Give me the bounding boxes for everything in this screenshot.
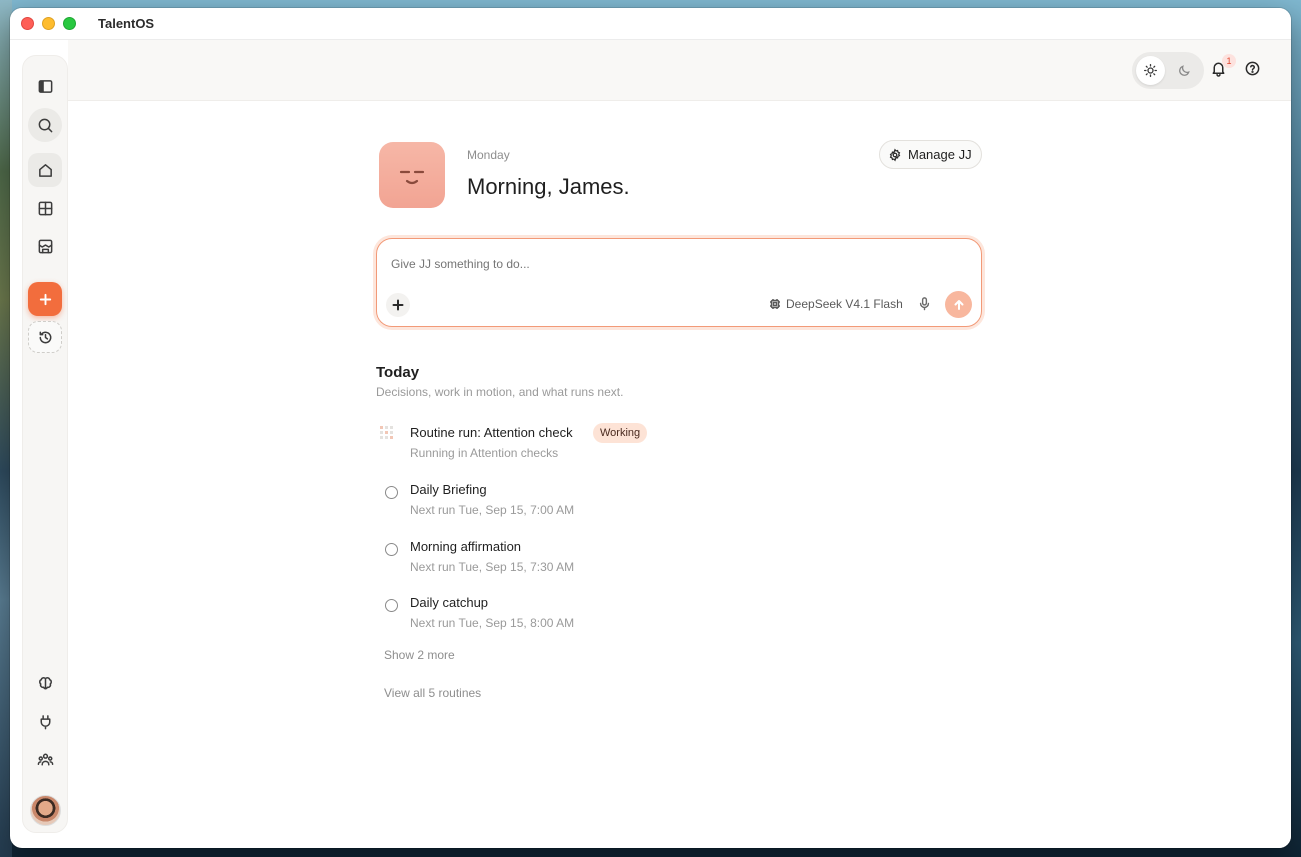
day-label: Monday	[467, 148, 510, 162]
task-composer: DeepSeek V4.1 Flash	[376, 238, 982, 327]
sidebar-item-brain[interactable]	[28, 666, 62, 700]
routine-item[interactable]: Morning affirmation Next run Tue, Sep 15…	[376, 537, 876, 581]
theme-toggle	[1132, 52, 1204, 89]
gear-icon	[889, 147, 901, 162]
routine-name: Daily Briefing	[410, 482, 487, 497]
view-all-routines-link[interactable]: View all 5 routines	[384, 686, 481, 700]
help-icon	[1245, 61, 1260, 76]
circle-status-icon	[385, 486, 398, 499]
sidebar-item-home[interactable]	[28, 153, 62, 187]
section-title: Today	[376, 364, 420, 381]
routine-detail: Next run Tue, Sep 15, 8:00 AM	[410, 616, 575, 630]
notification-badge: 1	[1222, 54, 1236, 68]
assistant-mascot	[379, 142, 445, 208]
routine-item[interactable]: Daily catchup Next run Tue, Sep 15, 8:00…	[376, 593, 876, 637]
plug-icon	[39, 714, 51, 729]
model-name: DeepSeek V4.1 Flash	[786, 297, 903, 311]
user-avatar[interactable]	[30, 795, 61, 826]
history-icon	[39, 331, 51, 343]
section-subtitle: Decisions, work in motion, and what runs…	[376, 385, 624, 399]
new-task-button[interactable]	[28, 282, 62, 316]
brain-icon	[38, 676, 52, 689]
window-controls	[21, 17, 76, 30]
sidebar-item-store[interactable]	[28, 229, 62, 263]
app-window: TalentOS 1 Monday Morning, James. Manage…	[10, 8, 1291, 848]
team-icon	[37, 753, 53, 765]
routine-name: Routine run: Attention check	[410, 425, 573, 440]
voice-input-button[interactable]	[917, 296, 933, 312]
send-button[interactable]	[945, 291, 972, 318]
grid-icon	[38, 201, 52, 215]
chip-icon	[770, 299, 780, 309]
light-theme-button[interactable]	[1136, 56, 1165, 85]
plus-icon	[392, 299, 404, 311]
sidebar	[22, 55, 68, 833]
routine-detail: Running in Attention checks	[410, 446, 559, 460]
circle-status-icon	[385, 543, 398, 556]
home-icon	[38, 163, 52, 177]
help-button[interactable]	[1244, 60, 1264, 80]
moon-icon	[1179, 65, 1190, 76]
minimize-window-button[interactable]	[42, 17, 55, 30]
routine-name: Daily catchup	[410, 595, 489, 610]
routine-detail: Next run Tue, Sep 15, 7:30 AM	[410, 560, 575, 574]
sidebar-toggle-icon	[38, 79, 52, 93]
title-bar: TalentOS	[10, 8, 1291, 40]
search-button[interactable]	[28, 108, 62, 142]
top-bar: 1	[68, 40, 1291, 101]
sidebar-item-integrations[interactable]	[28, 704, 62, 738]
sidebar-item-team[interactable]	[28, 742, 62, 776]
sun-icon	[1144, 64, 1157, 77]
show-more-link[interactable]: Show 2 more	[384, 648, 455, 662]
microphone-icon	[919, 297, 930, 311]
arrow-up-icon	[954, 299, 963, 310]
manage-assistant-button[interactable]: Manage JJ	[879, 140, 982, 169]
greeting-heading: Morning, James.	[467, 174, 630, 199]
routine-item[interactable]: Routine run: Attention check Working Run…	[376, 423, 876, 467]
plus-icon	[39, 293, 51, 305]
loading-grid-icon	[380, 426, 395, 441]
storefront-icon	[38, 239, 52, 253]
manage-assistant-label: Manage JJ	[908, 147, 972, 162]
zoom-window-button[interactable]	[63, 17, 76, 30]
dark-theme-button[interactable]	[1170, 56, 1199, 85]
history-button[interactable]	[28, 321, 62, 353]
close-window-button[interactable]	[21, 17, 34, 30]
sidebar-item-dashboard[interactable]	[28, 191, 62, 225]
routine-name: Morning affirmation	[410, 539, 522, 554]
toggle-sidebar-button[interactable]	[28, 69, 62, 103]
circle-status-icon	[385, 599, 398, 612]
routine-item[interactable]: Daily Briefing Next run Tue, Sep 15, 7:0…	[376, 480, 876, 524]
main-content: Monday Morning, James. Manage JJ DeepSee…	[68, 101, 1291, 848]
mascot-face-icon	[399, 170, 425, 185]
routine-detail: Next run Tue, Sep 15, 7:00 AM	[410, 503, 575, 517]
status-badge: Working	[593, 423, 648, 443]
notifications-button[interactable]: 1	[1210, 54, 1236, 80]
app-title: TalentOS	[98, 16, 155, 31]
model-selector[interactable]: DeepSeek V4.1 Flash	[769, 297, 903, 311]
task-input[interactable]	[391, 257, 951, 271]
search-icon	[38, 118, 52, 132]
attach-button[interactable]	[386, 293, 410, 317]
